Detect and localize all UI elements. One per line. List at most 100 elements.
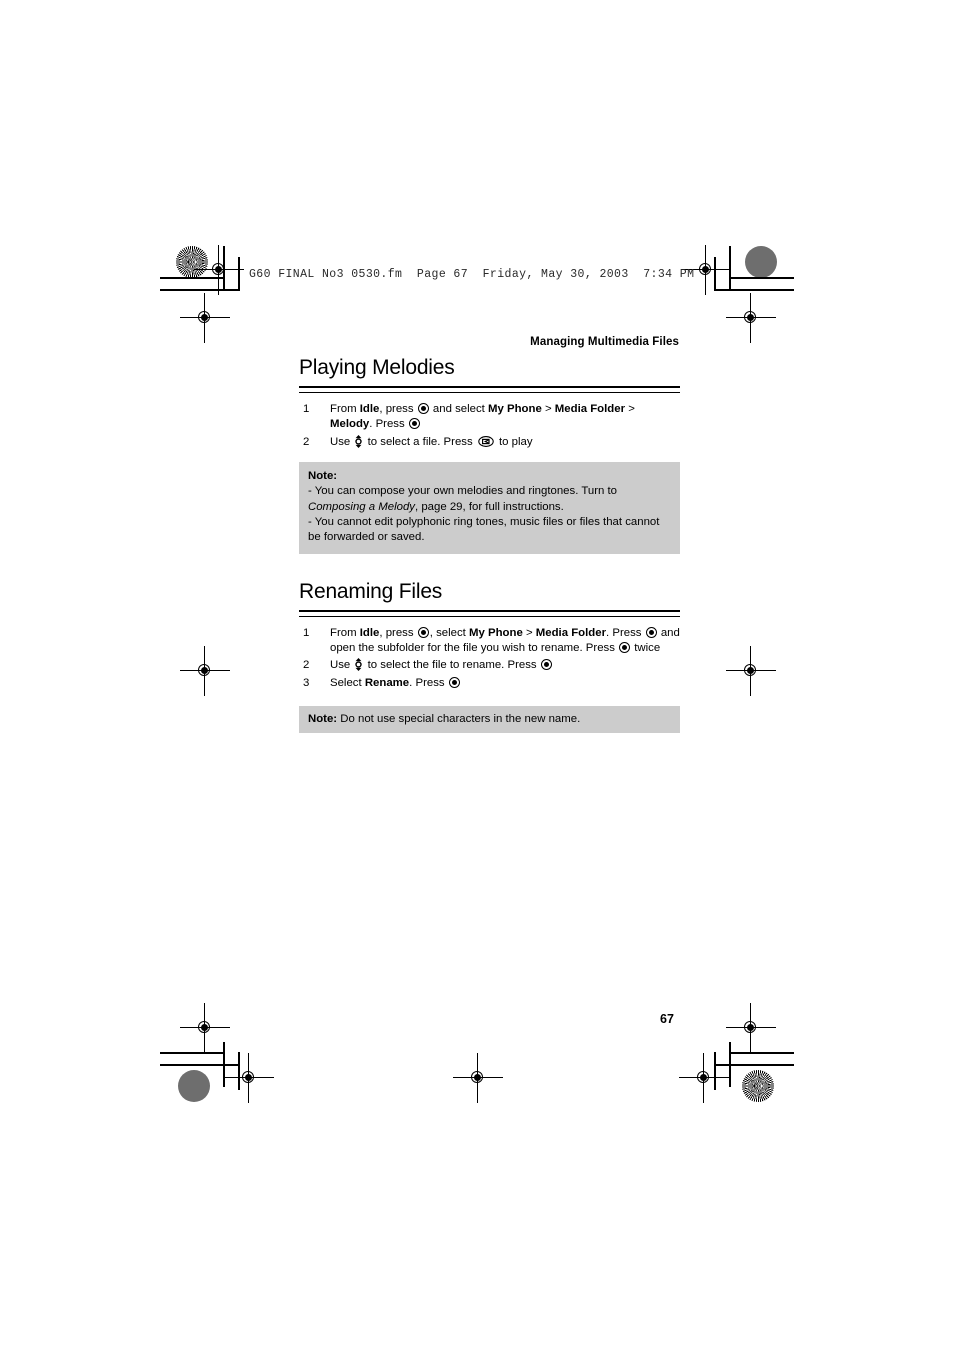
emphasis-term: My Phone [468, 626, 523, 639]
crop-line [729, 1052, 794, 1054]
step-text: From Idle, press and select My Phone > M… [330, 403, 635, 430]
step-text: From Idle, press , select My Phone > Med… [330, 626, 680, 655]
step-number: 2 [303, 659, 310, 672]
text-run: , press [379, 403, 417, 416]
density-patch-icon [178, 1070, 210, 1102]
instruction-step: 1 From Idle, press and select My Phone > … [299, 402, 680, 432]
section-heading: Playing Melodies [299, 356, 455, 379]
note-paragraph: - You can compose your own melodies and … [308, 484, 671, 515]
center-key-icon [448, 676, 460, 688]
crop-line [714, 289, 794, 291]
text-run: to play [495, 435, 533, 448]
text-run: - You cannot edit polyphonic ring tones,… [308, 515, 660, 544]
step-text: Select Rename. Press [330, 676, 461, 689]
crop-line [238, 257, 240, 291]
text-run: . Press [369, 418, 408, 431]
fm-source-header: G60 FINAL No3 0530.fm Page 67 Friday, Ma… [249, 268, 695, 281]
registration-mark [726, 1003, 776, 1053]
running-head: Managing Multimedia Files [530, 336, 679, 348]
step-text: Use to select the file to rename. Press [330, 658, 553, 672]
registration-mark [194, 245, 244, 295]
registration-mark [180, 1003, 230, 1053]
instruction-step: 1 From Idle, press , select My Phone > Me… [299, 626, 680, 656]
instruction-step: 2 Use to select the file to rename. Press [299, 658, 680, 673]
crop-line [729, 1042, 731, 1087]
registration-mark [726, 293, 776, 343]
document-section: Renaming Files 1 From Idle, press , select… [299, 579, 680, 734]
text-run: - You can compose your own melodies and … [308, 485, 617, 498]
note-label: Note: [308, 712, 338, 725]
document-section: Playing Melodies 1 From Idle, press and se… [299, 356, 680, 554]
text-run: Use [330, 659, 354, 672]
step-number: 1 [303, 403, 310, 416]
sections-container: Playing Melodies 1 From Idle, press and se… [299, 356, 680, 734]
step-number: 3 [303, 676, 310, 689]
emphasis-term: Melody [330, 418, 370, 431]
note-label: Note: [308, 469, 338, 482]
registration-mark [180, 293, 230, 343]
registration-mark [681, 245, 731, 295]
registration-mark [224, 1053, 274, 1103]
step-text: Use to select a file. Press to play [330, 434, 533, 448]
note-paragraph: Note: Do not use special characters in t… [308, 712, 671, 727]
density-patch-icon [745, 246, 777, 278]
note-box: Note: - You can compose your own melodies… [299, 461, 680, 554]
text-run: . Press [606, 626, 645, 639]
heading-rule [299, 386, 680, 394]
note-paragraph: - You cannot edit polyphonic ring tones,… [308, 515, 671, 546]
crop-line [160, 1052, 225, 1054]
center-key-icon [619, 642, 631, 654]
center-key-icon [417, 403, 429, 415]
crop-line [160, 289, 240, 291]
text-run: and select [429, 403, 488, 416]
registration-mark [180, 646, 230, 696]
step-number: 1 [303, 626, 310, 639]
text-run: . Press [409, 676, 448, 689]
instruction-steps: 1 From Idle, press and select My Phone > … [299, 402, 680, 450]
emphasis-term: Media Folder [554, 403, 626, 416]
text-run: , page 29, for full instructions. [415, 500, 564, 513]
center-key-icon [417, 626, 429, 638]
crop-line [714, 1064, 794, 1066]
text-run: > [625, 403, 635, 416]
registration-mark [679, 1053, 729, 1103]
registration-mark [453, 1053, 503, 1103]
screen-angle-patch-icon [176, 246, 208, 278]
text-run: twice [631, 642, 661, 655]
text-run: , select [429, 626, 469, 639]
navigation-key-icon [354, 434, 363, 448]
center-key-icon [540, 659, 552, 671]
section-heading: Renaming Files [299, 579, 443, 603]
page-content: Playing Melodies 1 From Idle, press and se… [299, 356, 680, 734]
soft-key-icon [478, 435, 494, 447]
heading-rule [299, 609, 680, 617]
page-number: 67 [660, 1012, 674, 1026]
navigation-key-icon [354, 658, 363, 672]
text-run: , press [379, 626, 417, 639]
step-number: 2 [303, 435, 310, 448]
registration-mark [726, 646, 776, 696]
note-box: Note: Do not use special characters in t… [299, 705, 680, 734]
instruction-steps: 1 From Idle, press , select My Phone > Me… [299, 626, 680, 691]
text-run: From [330, 403, 360, 416]
text-run: Select [330, 676, 365, 689]
emphasis-term: Idle [359, 403, 380, 416]
text-run: to select a file. Press [364, 435, 476, 448]
emphasis-term: My Phone [488, 403, 542, 416]
text-run: to select the file to rename. Press [364, 659, 540, 672]
crop-line [729, 277, 794, 279]
crop-line [160, 1064, 240, 1066]
emphasis-term: Media Folder [535, 626, 607, 639]
text-run: Do not use special characters in the new… [337, 712, 581, 725]
cross-reference-title: Composing a Melody [308, 500, 415, 513]
crop-line [223, 1042, 225, 1087]
center-key-icon [408, 418, 420, 430]
text-run: > [541, 403, 555, 416]
instruction-step: 2 Use to select a file. Press to play [299, 434, 680, 450]
instruction-step: 3 Select Rename. Press [299, 676, 680, 691]
text-run: > [522, 626, 536, 639]
emphasis-term: Rename [364, 676, 410, 689]
emphasis-term: Idle [359, 626, 380, 639]
text-run: Use [330, 435, 354, 448]
screen-angle-patch-icon [742, 1070, 774, 1102]
